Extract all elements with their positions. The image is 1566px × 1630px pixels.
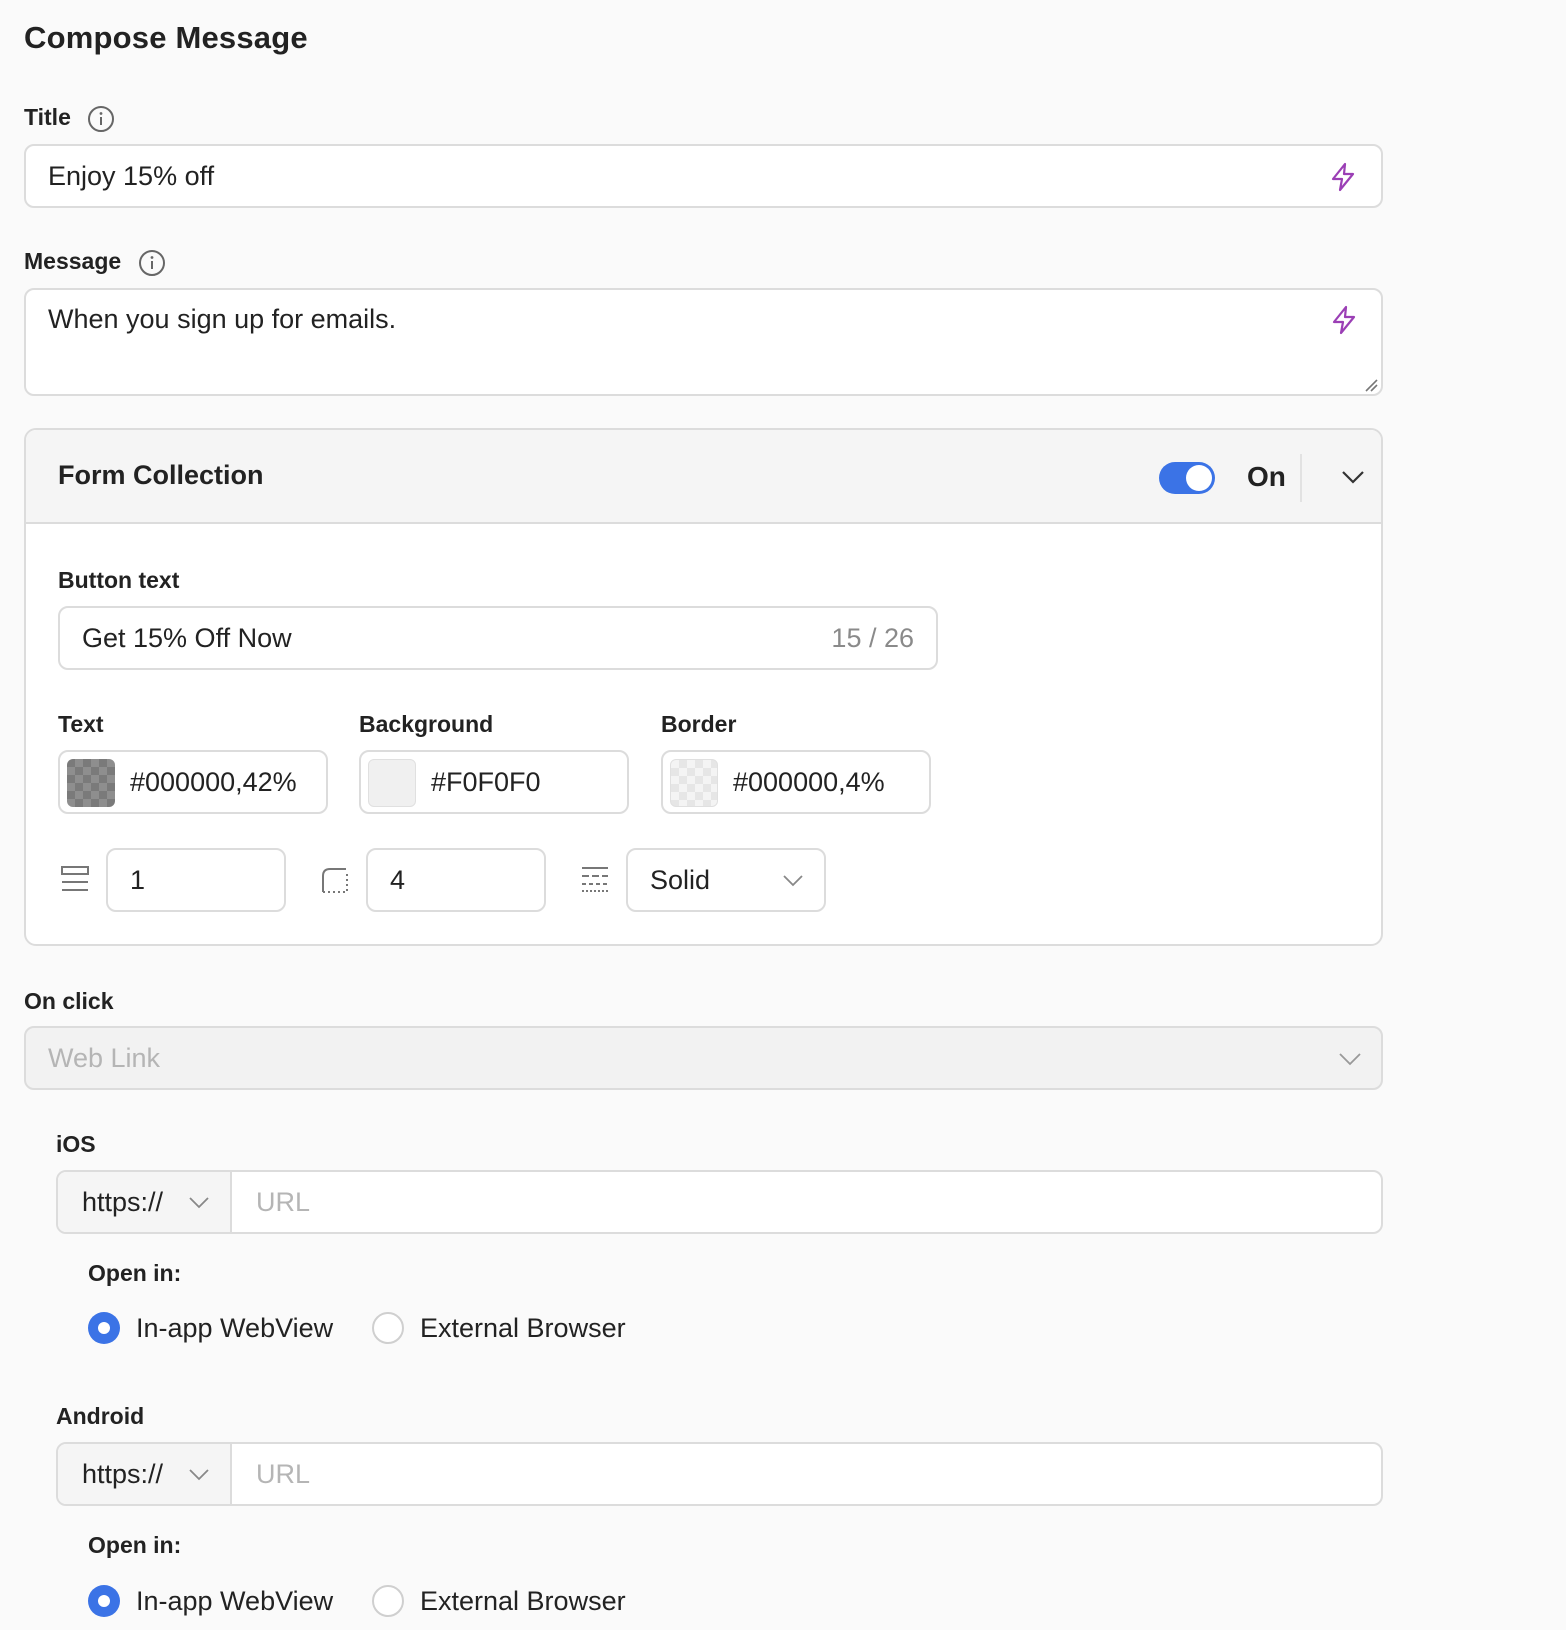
background-color-label: Background [359,711,494,737]
border-width-icon [61,866,89,891]
ios-protocol-select[interactable]: https:// [58,1172,232,1232]
resize-handle-icon[interactable] [1364,378,1378,392]
title-input[interactable]: Enjoy 15% off [24,144,1383,208]
chevron-down-icon [189,1197,209,1209]
android-protocol-value: https:// [82,1459,164,1489]
button-text-input[interactable]: Get 15% Off Now 15 / 26 [58,606,938,670]
border-radius-icon [322,868,348,893]
android-open-in-label: Open in: [88,1532,182,1558]
text-color-value: #000000,42% [130,767,297,797]
page-title: Compose Message [24,20,308,55]
background-color-value: #F0F0F0 [431,767,541,797]
chevron-down-icon [1339,1053,1361,1066]
text-color-label: Text [58,711,104,737]
android-radio-inapp[interactable] [88,1585,120,1617]
on-click-select[interactable]: Web Link [24,1026,1383,1090]
border-style-value: Solid [650,865,711,895]
info-icon[interactable] [138,249,166,277]
border-width-input[interactable]: 1 [106,848,286,912]
chevron-down-icon[interactable] [1340,466,1366,488]
character-counter: 15 / 26 [831,623,914,653]
border-width-value: 1 [130,865,146,895]
lightning-icon[interactable] [1328,162,1358,192]
text-color-input[interactable]: #000000,42% [58,750,328,814]
border-style-select[interactable]: Solid [626,848,826,912]
android-radio-inapp-label[interactable]: In-app WebView [136,1586,333,1617]
toggle-knob [1186,465,1212,491]
text-color-swatch[interactable] [67,759,115,807]
info-icon[interactable] [87,105,115,133]
ios-radio-inapp[interactable] [88,1312,120,1344]
message-textarea-value: When you sign up for emails. [48,304,397,334]
border-color-swatch[interactable] [670,759,718,807]
ios-label: iOS [56,1131,96,1157]
message-label-text: Message [24,248,122,274]
border-color-value: #000000,4% [733,767,885,797]
ios-radio-inapp-label[interactable]: In-app WebView [136,1313,333,1344]
message-textarea[interactable]: When you sign up for emails. [24,288,1383,396]
form-collection-toggle[interactable] [1159,462,1215,494]
android-url-input[interactable]: URL [256,1459,310,1490]
ios-protocol-value: https:// [82,1187,164,1217]
android-radio-external[interactable] [372,1585,404,1617]
title-input-value: Enjoy 15% off [48,161,215,191]
border-style-icon [582,867,608,892]
ios-radio-external[interactable] [372,1312,404,1344]
button-text-value: Get 15% Off Now [82,623,292,653]
on-click-value: Web Link [48,1043,161,1073]
ios-url-group: https:// URL [56,1170,1383,1234]
toggle-state-label: On [1247,461,1286,492]
border-radius-input[interactable]: 4 [366,848,546,912]
ios-radio-external-label[interactable]: External Browser [420,1313,626,1344]
button-text-label: Button text [58,567,180,593]
form-collection-title: Form Collection [58,460,264,490]
ios-url-input[interactable]: URL [256,1187,310,1218]
chevron-down-icon [783,875,803,887]
chevron-down-icon [189,1469,209,1481]
android-protocol-select[interactable]: https:// [58,1444,232,1504]
title-label-text: Title [24,104,71,130]
ios-open-in-label: Open in: [88,1260,182,1286]
header-divider [1300,454,1302,502]
border-color-label: Border [661,711,737,737]
message-label: Message [24,248,166,277]
border-color-input[interactable]: #000000,4% [661,750,931,814]
background-color-swatch[interactable] [368,759,416,807]
android-label: Android [56,1403,145,1429]
android-radio-external-label[interactable]: External Browser [420,1586,626,1617]
border-radius-value: 4 [390,865,406,895]
background-color-input[interactable]: #F0F0F0 [359,750,629,814]
form-collection-header[interactable]: Form Collection On [26,430,1381,524]
on-click-label: On click [24,988,114,1014]
title-label: Title [24,104,115,133]
form-collection-panel: Form Collection On Button text Get 15% O… [24,428,1383,946]
lightning-icon[interactable] [1329,305,1359,335]
android-url-group: https:// URL [56,1442,1383,1506]
